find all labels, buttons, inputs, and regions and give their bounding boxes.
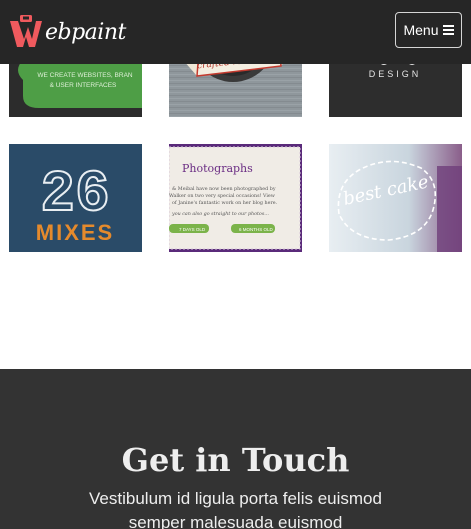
contact-text: Vestibulum id ligula porta felis euismod… — [89, 489, 382, 529]
agency-caption: WE CREATE WEBSITES, BRAN — [37, 72, 133, 79]
cake-thumbnail: best cake — [329, 144, 462, 252]
photographs-title: Photographs — [182, 162, 253, 175]
portfolio-tile-photographs[interactable]: Photographs & Meibal have now been photo… — [169, 144, 302, 252]
photographs-text-2: Walker on two very special occasions! Vi… — [169, 193, 276, 199]
agency-caption-2: & USER INTERFACES — [50, 82, 117, 89]
site-logo[interactable]: ebpaint — [8, 14, 126, 50]
mixes-label: MIXES — [36, 220, 114, 245]
portfolio-tile-cake[interactable]: best cake — [329, 144, 462, 252]
mixes-thumbnail: 26 MIXES — [9, 144, 142, 252]
photographs-button-1: 7 DAYS OLD — [179, 227, 206, 232]
contact-section: Get in Touch Vestibulum id ligula porta … — [0, 369, 471, 529]
bars-icon — [442, 25, 454, 35]
photographs-text-4: you can also go straight to our photos..… — [171, 211, 269, 217]
mixes-number: 26 — [40, 163, 110, 228]
contact-title: Get in Touch — [121, 441, 350, 479]
logo-text: ebpaint — [45, 19, 126, 45]
photographs-text-1: & Meibal have now been photographed by — [172, 186, 276, 192]
photographs-button-2: 6 MONTHS OLD — [239, 227, 274, 232]
photographs-thumbnail: Photographs & Meibal have now been photo… — [169, 144, 302, 252]
menu-button[interactable]: Menu — [395, 12, 462, 48]
paintbrush-logo-icon — [10, 15, 42, 47]
menu-label: Menu — [403, 22, 439, 38]
design-caption: DESIGN — [369, 69, 422, 79]
site-header: ebpaint Menu — [0, 0, 471, 64]
portfolio-tile-mixes[interactable]: 26 MIXES — [9, 144, 142, 252]
photographs-text-3: of Janine's fantastic work on her blog h… — [172, 200, 278, 206]
